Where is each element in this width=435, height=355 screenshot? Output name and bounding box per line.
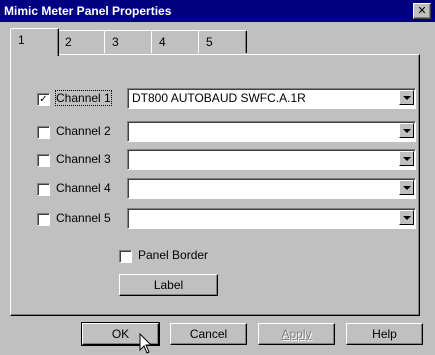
tab-2-label: 2 (65, 35, 72, 49)
channel-3-label: Channel 3 (56, 152, 111, 166)
window-title: Mimic Meter Panel Properties (4, 4, 172, 18)
tab-5[interactable]: 5 (198, 30, 247, 53)
tab-1-label: 1 (18, 33, 25, 47)
tab-5-label: 5 (206, 35, 213, 49)
check-icon: ✓ (39, 94, 48, 105)
panel-border-label: Panel Border (138, 248, 209, 262)
channel-5-checkbox[interactable] (37, 213, 50, 226)
ok-button-label: OK (111, 327, 130, 341)
channel-1-value: DT800 AUTOBAUD SWFC.A.1R (132, 91, 306, 105)
tab-3-label: 3 (112, 35, 119, 49)
channel-2-label: Channel 2 (56, 124, 111, 138)
channel-3-select[interactable] (127, 149, 416, 170)
chevron-down-icon[interactable] (399, 123, 414, 138)
apply-button[interactable]: Apply (258, 323, 335, 345)
label-button[interactable]: Label (119, 274, 218, 296)
channel-3-checkbox[interactable] (37, 154, 50, 167)
channel-1-label: Channel 1 (55, 90, 112, 106)
channel-5-select[interactable] (127, 208, 416, 229)
channel-1-select[interactable]: DT800 AUTOBAUD SWFC.A.1R (127, 88, 416, 109)
chevron-down-icon[interactable] (399, 151, 414, 166)
channel-4-label: Channel 4 (56, 181, 111, 195)
channel-4-checkbox[interactable] (37, 183, 50, 196)
title-bar: Mimic Meter Panel Properties ✕ (0, 0, 435, 22)
tab-4[interactable]: 4 (151, 30, 200, 53)
help-button-label: Help (372, 327, 397, 341)
chevron-down-icon[interactable] (399, 180, 414, 195)
label-button-text: Label (153, 278, 184, 292)
tab-2[interactable]: 2 (57, 30, 106, 53)
tab-panel: ✓ Channel 1 DT800 AUTOBAUD SWFC.A.1R Cha… (10, 54, 420, 316)
channel-4-select[interactable] (127, 178, 416, 199)
close-icon: ✕ (417, 5, 427, 17)
channel-1-checkbox[interactable]: ✓ (37, 93, 50, 106)
cancel-button-label: Cancel (189, 327, 228, 341)
tab-4-label: 4 (159, 35, 166, 49)
apply-button-label: Apply (281, 327, 312, 341)
channel-2-select[interactable] (127, 121, 416, 142)
panel-border-checkbox[interactable] (119, 250, 132, 263)
cancel-button[interactable]: Cancel (170, 323, 247, 345)
close-button[interactable]: ✕ (413, 3, 431, 19)
channel-5-label: Channel 5 (56, 211, 111, 225)
mouse-cursor-icon (139, 333, 153, 354)
tab-1[interactable]: 1 (10, 28, 59, 56)
help-button[interactable]: Help (346, 323, 423, 345)
chevron-down-icon[interactable] (399, 210, 414, 225)
channel-2-checkbox[interactable] (37, 126, 50, 139)
chevron-down-icon[interactable] (399, 90, 414, 105)
tab-3[interactable]: 3 (104, 30, 153, 53)
